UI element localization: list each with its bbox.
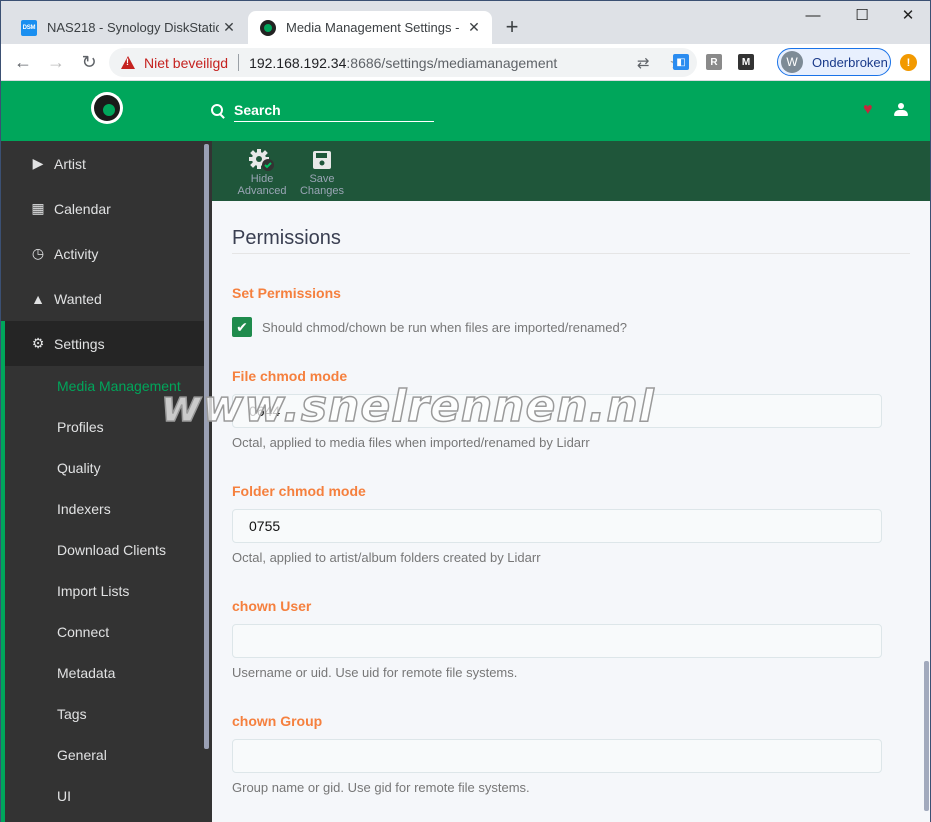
- profile-button[interactable]: W Onderbroken: [777, 48, 891, 76]
- app-header: ♥: [1, 81, 930, 141]
- maximize-button[interactable]: ☐: [839, 5, 885, 27]
- profile-status: Onderbroken: [812, 54, 888, 70]
- file-chmod-input[interactable]: [232, 394, 882, 428]
- sidebar-item-tags[interactable]: Tags: [57, 704, 87, 724]
- sidebar: ▶ Artist ▦ Calendar ◷ Activity ▲ Wanted …: [1, 141, 212, 822]
- user-icon[interactable]: [894, 103, 908, 117]
- section-title: Permissions: [232, 227, 341, 249]
- tab-nas218[interactable]: DSM NAS218 - Synology DiskStation ✕: [9, 11, 247, 44]
- sidebar-item-label: Artist: [54, 155, 86, 172]
- m-extension-icon[interactable]: M: [738, 54, 754, 70]
- forward-button[interactable]: →: [44, 50, 68, 74]
- lidarr-icon: [260, 19, 276, 36]
- sidebar-item-general[interactable]: General: [57, 745, 107, 765]
- lidarr-logo[interactable]: [91, 92, 123, 124]
- save-changes-button[interactable]: Save Changes: [293, 147, 351, 197]
- set-permissions-checkbox[interactable]: ✔: [232, 317, 252, 337]
- tab-title: NAS218 - Synology DiskStation: [47, 20, 219, 35]
- heart-icon[interactable]: ♥: [863, 101, 873, 119]
- divider: [232, 253, 910, 254]
- warning-icon: ▲: [31, 290, 45, 307]
- hide-advanced-button[interactable]: Hide Advanced: [233, 147, 291, 197]
- chown-group-label: chown Group: [232, 713, 323, 729]
- tab-bar: DSM NAS218 - Synology DiskStation ✕ Medi…: [1, 1, 930, 44]
- save-changes-label-1: Save: [309, 173, 335, 185]
- sidebar-item-label: Settings: [54, 335, 105, 352]
- folder-chmod-label: Folder chmod mode: [232, 483, 366, 499]
- chown-user-label: chown User: [232, 598, 312, 614]
- sidebar-item-wanted[interactable]: ▲ Wanted: [1, 276, 206, 321]
- save-icon: [293, 147, 351, 173]
- reload-button[interactable]: ↻: [77, 50, 101, 74]
- update-alert-icon[interactable]: !: [900, 54, 917, 71]
- close-tab-icon[interactable]: ✕: [219, 19, 239, 36]
- sidebar-item-calendar[interactable]: ▦ Calendar: [1, 186, 206, 231]
- sidebar-scrollbar[interactable]: [204, 144, 209, 749]
- sidebar-item-ui[interactable]: UI: [57, 786, 71, 806]
- back-button[interactable]: ←: [11, 50, 35, 74]
- search-icon: [211, 104, 225, 118]
- browser-window: DSM NAS218 - Synology DiskStation ✕ Medi…: [0, 0, 931, 822]
- close-tab-icon[interactable]: ✕: [464, 19, 484, 36]
- folder-chmod-input[interactable]: [232, 509, 882, 543]
- sidebar-item-indexers[interactable]: Indexers: [57, 499, 111, 519]
- sidebar-item-quality[interactable]: Quality: [57, 458, 101, 478]
- page-toolbar: Hide Advanced Save Changes: [212, 141, 930, 201]
- chown-user-input[interactable]: [232, 624, 882, 658]
- divider: [238, 54, 240, 71]
- chown-group-help: Group name or gid. Use gid for remote fi…: [232, 780, 530, 795]
- r-extension-icon[interactable]: R: [706, 54, 722, 70]
- calendar-icon: ▦: [31, 200, 45, 216]
- set-permissions-row: ✔ Should chmod/chown be run when files a…: [232, 317, 627, 337]
- url-host: 192.168.192.34: [249, 54, 347, 71]
- sidebar-item-media-management[interactable]: Media Management: [57, 376, 181, 396]
- sidebar-item-artist[interactable]: ▶ Artist: [1, 141, 206, 186]
- settings-submenu: Media Management Profiles Quality Indexe…: [1, 366, 206, 822]
- hide-advanced-label-2: Advanced: [237, 185, 287, 197]
- sidebar-item-label: Wanted: [54, 290, 102, 307]
- sidebar-item-connect[interactable]: Connect: [57, 622, 109, 642]
- tab-title: Media Management Settings - Lidarr: [286, 20, 464, 35]
- sidebar-item-activity[interactable]: ◷ Activity: [1, 231, 206, 276]
- gear-check-icon: [233, 147, 291, 173]
- chown-user-help: Username or uid. Use uid for remote file…: [232, 665, 518, 680]
- file-chmod-label: File chmod mode: [232, 368, 348, 384]
- folder-chmod-help: Octal, applied to artist/album folders c…: [232, 550, 541, 565]
- search: [211, 100, 434, 122]
- set-permissions-text: Should chmod/chown be run when files are…: [262, 319, 627, 335]
- sidebar-item-label: Calendar: [54, 200, 111, 217]
- dsm-icon: DSM: [21, 19, 37, 36]
- address-bar[interactable]: Niet beveiligd 192.168.192.34 :8686/sett…: [109, 48, 697, 77]
- search-input[interactable]: [234, 100, 434, 122]
- security-status[interactable]: Niet beveiligd: [144, 55, 228, 71]
- sidebar-item-settings[interactable]: ⚙ Settings: [1, 321, 206, 366]
- chown-group-input[interactable]: [232, 739, 882, 773]
- set-permissions-label: Set Permissions: [232, 285, 341, 301]
- sidebar-item-label: Activity: [54, 245, 99, 262]
- file-chmod-help: Octal, applied to media files when impor…: [232, 435, 590, 450]
- sidebar-item-download-clients[interactable]: Download Clients: [57, 540, 166, 560]
- minimize-button[interactable]: —: [790, 5, 836, 27]
- settings-content: Permissions Set Permissions ✔ Should chm…: [212, 201, 930, 822]
- avatar: W: [781, 51, 803, 73]
- tab-media-management[interactable]: Media Management Settings - Lidarr ✕: [248, 11, 492, 44]
- clock-icon: ◷: [31, 245, 45, 261]
- url-path: :8686/settings/mediamanagement: [346, 54, 558, 71]
- sidebar-item-import-lists[interactable]: Import Lists: [57, 581, 129, 601]
- translate-icon[interactable]: ⇄: [637, 54, 650, 72]
- browser-toolbar: ← → ↻ Niet beveiligd 192.168.192.34 :868…: [1, 44, 930, 81]
- sidebar-item-profiles[interactable]: Profiles: [57, 417, 104, 437]
- new-tab-button[interactable]: +: [499, 14, 525, 40]
- hide-advanced-label-1: Hide: [250, 173, 274, 185]
- gears-icon: ⚙: [31, 335, 45, 351]
- play-icon: ▶: [32, 155, 44, 171]
- close-window-button[interactable]: ✕: [885, 5, 931, 27]
- save-changes-label-2: Changes: [299, 185, 345, 197]
- content-scrollbar[interactable]: [924, 661, 929, 811]
- tag-extension-icon[interactable]: ◧: [673, 54, 689, 70]
- warning-icon: [121, 56, 135, 69]
- sidebar-item-metadata[interactable]: Metadata: [57, 663, 115, 683]
